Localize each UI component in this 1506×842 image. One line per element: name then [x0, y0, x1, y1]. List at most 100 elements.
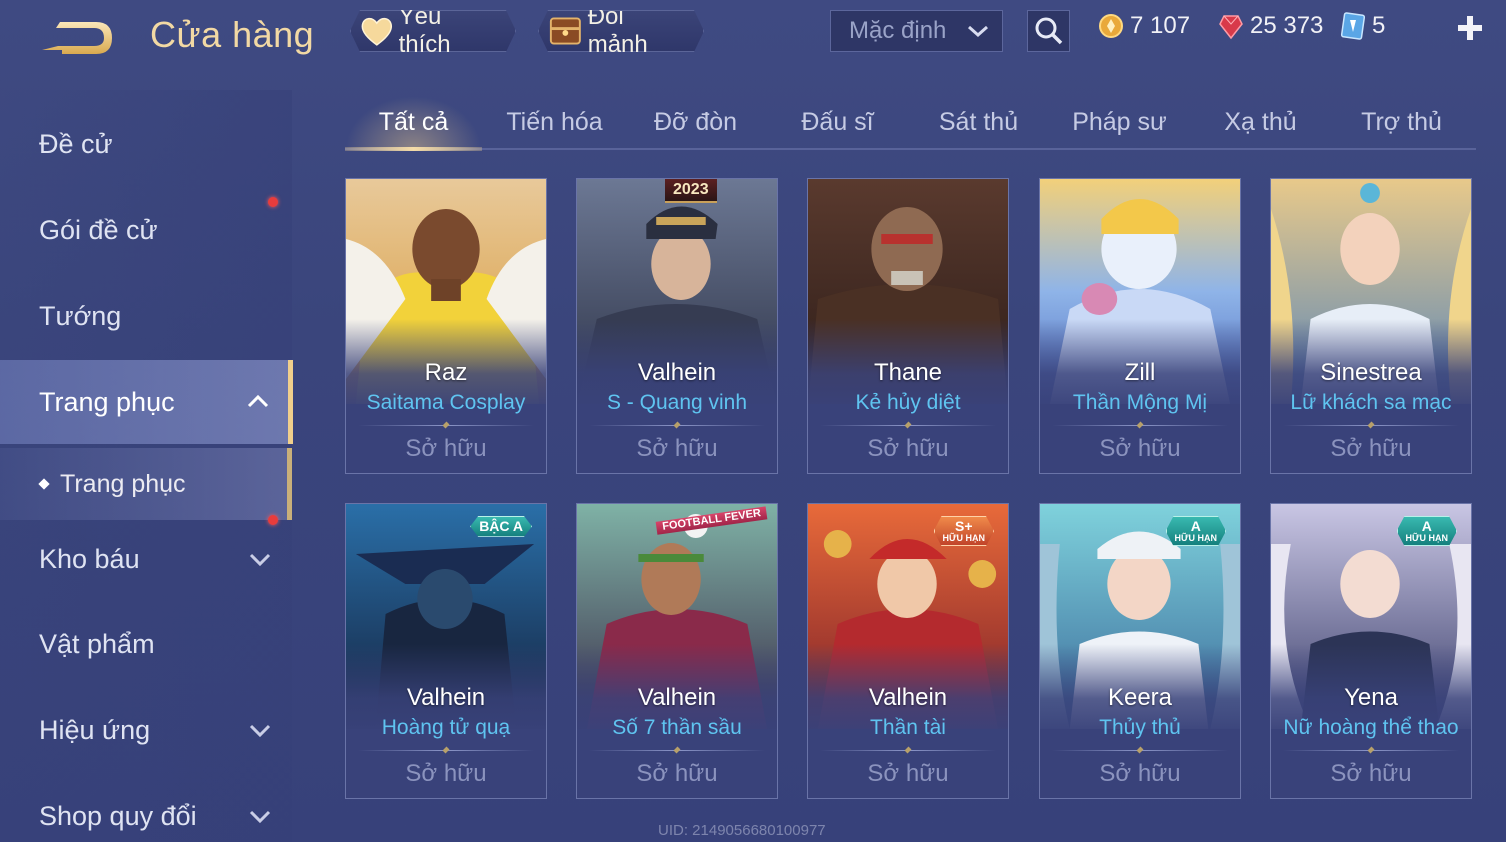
sidebar-item-recommended[interactable]: Đề cử [0, 102, 290, 186]
diamond-bullet-icon [38, 478, 50, 490]
sidebar-subitem-skins[interactable]: Trang phục [0, 448, 292, 520]
sidebar-item-items[interactable]: Vật phẩm [0, 602, 290, 686]
card-divider [358, 425, 534, 426]
sidebar-item-label: Shop quy đổi [39, 800, 197, 831]
crystal-card-icon [1340, 12, 1366, 40]
heart-icon [359, 15, 395, 47]
hero-name: Keera [1107, 684, 1173, 711]
add-currency-button[interactable] [1454, 12, 1486, 44]
chevron-down-icon [968, 25, 988, 38]
voucher-amount: 25 373 [1250, 12, 1324, 39]
skin-name: Nữ hoàng thể thao [1283, 716, 1459, 739]
hero-name: Yena [1344, 684, 1398, 711]
chevron-up-icon [247, 394, 269, 408]
back-button[interactable] [38, 14, 118, 60]
skin-card[interactable]: BẬC A Valhein Hoàng tử quạ Sở hữu [345, 503, 547, 799]
skin-card[interactable]: Thane Kẻ hủy diệt Sở hữu [807, 178, 1009, 474]
sidebar-item-skins[interactable]: Trang phục [0, 360, 293, 444]
tab-active-underline [345, 147, 482, 151]
gold-amount: 7 107 [1130, 12, 1191, 39]
owned-status: Sở hữu [867, 435, 949, 462]
skin-name: Hoàng tử quạ [381, 716, 511, 739]
skin-card[interactable]: A HỮU HẠN Keera Thủy thủ Sở hữu [1039, 503, 1241, 799]
hero-name: Raz [424, 359, 468, 386]
chevron-down-icon [249, 724, 271, 738]
card-divider [589, 425, 765, 426]
category-tabs: Tất cả Tiến hóa Đỡ đòn Đấu sĩ Sát thủ Ph… [345, 96, 1476, 151]
skin-name: S - Quang vinh [606, 391, 748, 414]
owned-status: Sở hữu [636, 435, 718, 462]
search-icon [1035, 17, 1062, 45]
owned-status: Sở hữu [1330, 760, 1412, 787]
chest-icon [547, 14, 584, 48]
skin-card[interactable]: Raz Saitama Cosplay Sở hữu [345, 178, 547, 474]
tab-fighter[interactable]: Đấu sĩ [769, 96, 906, 148]
owned-status: Sở hữu [405, 435, 487, 462]
owned-status: Sở hữu [867, 760, 949, 787]
tab-all[interactable]: Tất cả [345, 96, 482, 148]
skin-card[interactable]: A HỮU HẠN Yena Nữ hoàng thể thao Sở hữu [1270, 503, 1472, 799]
skin-name: Thủy thủ [1099, 716, 1181, 739]
card-divider [1052, 425, 1228, 426]
skin-card[interactable]: Zill Thần Mộng Mị Sở hữu [1039, 178, 1241, 474]
hero-name: Valhein [637, 684, 717, 711]
hero-name: Zill [1124, 359, 1156, 386]
user-id-watermark: UID: 2149056680100977 [658, 822, 826, 839]
sort-selected-value: Mặc định [849, 17, 947, 44]
sidebar-item-label: Vật phẩm [39, 628, 155, 659]
page-title: Cửa hàng [150, 14, 315, 55]
sidebar-item-label: Hiệu ứng [39, 714, 151, 745]
sort-dropdown[interactable]: Mặc định [830, 10, 1003, 52]
exchange-fragments-button[interactable]: Đổi mảnh [538, 10, 704, 52]
sidebar-item-effects[interactable]: Hiệu ứng [0, 688, 290, 772]
crystal-amount: 5 [1372, 12, 1386, 39]
search-button[interactable] [1027, 10, 1070, 52]
skin-card[interactable]: FOOTBALL FEVER Valhein Số 7 thần sầu Sở … [576, 503, 778, 799]
hero-name: Valhein [868, 684, 948, 711]
owned-status: Sở hữu [636, 760, 718, 787]
owned-status: Sở hữu [1099, 435, 1181, 462]
sidebar-item-treasure[interactable]: Kho báu [0, 515, 290, 601]
tab-assassin[interactable]: Sát thủ [910, 96, 1047, 148]
notification-dot [268, 197, 278, 207]
sidebar-item-recommended-packs[interactable]: Gói đề cử [0, 188, 290, 272]
sidebar: Đề cử Gói đề cử Tướng Trang phục Trang p… [0, 90, 293, 842]
skin-name: Saitama Cosplay [366, 391, 526, 414]
card-divider [820, 750, 996, 751]
crystal-balance: 5 [1340, 12, 1385, 40]
back-arrow-icon [42, 22, 112, 54]
hero-name: Thane [873, 359, 943, 386]
voucher-balance: 25 373 [1218, 12, 1323, 40]
favorites-label: Yêu thích [398, 3, 451, 58]
chevron-down-icon [249, 553, 271, 567]
skin-card[interactable]: S+ HỮU HẠN Valhein Thần tài Sở hữu [807, 503, 1009, 799]
owned-status: Sở hữu [405, 760, 487, 787]
owned-status: Sở hữu [1099, 760, 1181, 787]
hero-name: Sinestrea [1320, 359, 1422, 386]
skin-name: Số 7 thần sầu [612, 716, 742, 739]
skin-card[interactable]: Sinestrea Lữ khách sa mạc Sở hữu [1270, 178, 1472, 474]
sidebar-item-label: Kho báu [39, 543, 140, 574]
card-divider [1283, 750, 1459, 751]
tab-support[interactable]: Trợ thủ [1333, 96, 1470, 148]
favorites-button[interactable]: Yêu thích [350, 10, 516, 52]
tab-marksman[interactable]: Xạ thủ [1192, 96, 1329, 148]
skin-name: Thần Mộng Mị [1072, 391, 1208, 414]
hero-name: Valhein [406, 684, 486, 711]
skin-grid: Raz Saitama Cosplay Sở hữu 2023 Valhein … [345, 178, 1475, 842]
sidebar-subitem-label: Trang phục [60, 469, 186, 498]
tab-tank[interactable]: Đỡ đòn [627, 96, 764, 148]
tab-mage[interactable]: Pháp sư [1051, 96, 1188, 148]
event-tag: 2023 [665, 179, 717, 203]
skin-name: Thần tài [870, 716, 946, 739]
tier-badge: S+ HỮU HẠN [934, 516, 994, 546]
card-divider [589, 750, 765, 751]
sidebar-item-label: Tướng [39, 300, 122, 331]
skin-card[interactable]: 2023 Valhein S - Quang vinh Sở hữu [576, 178, 778, 474]
tab-evolution[interactable]: Tiến hóa [486, 96, 623, 148]
exchange-fragments-label: Đổi mảnh [587, 3, 648, 58]
tier-badge: BẬC A [470, 516, 532, 537]
sidebar-item-heroes[interactable]: Tướng [0, 274, 290, 358]
gold-coin-icon [1099, 14, 1123, 38]
sidebar-item-exchange-shop[interactable]: Shop quy đổi [0, 774, 290, 842]
